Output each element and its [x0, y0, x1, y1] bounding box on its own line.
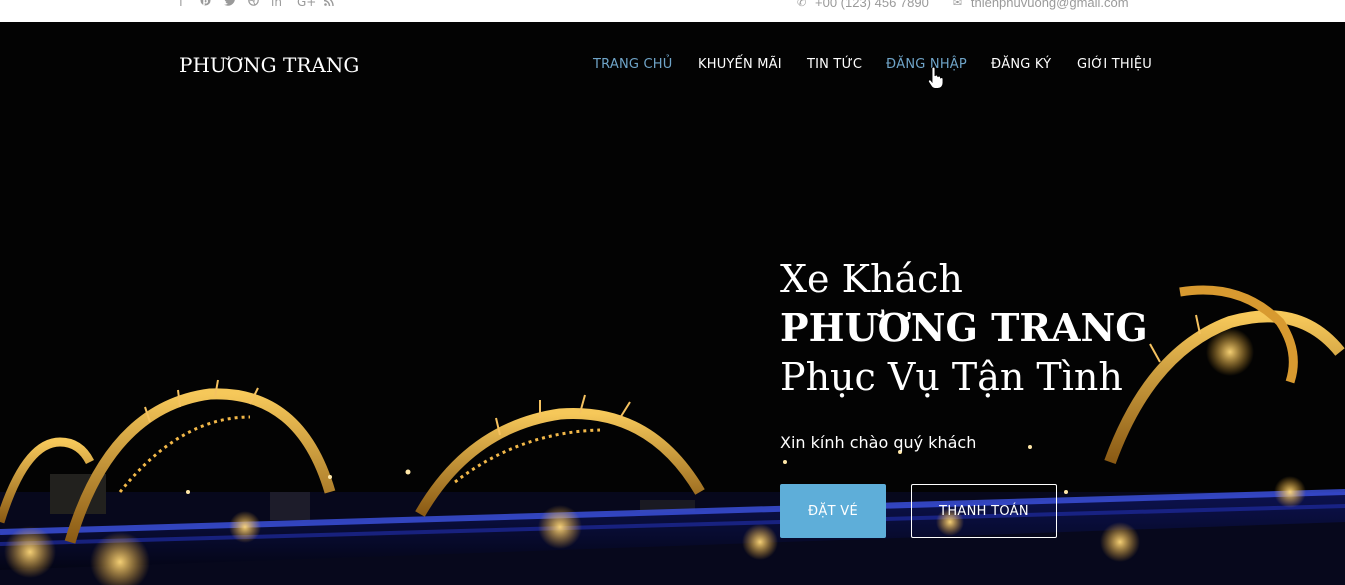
envelope-icon: ✉ [952, 0, 963, 9]
rss-icon[interactable] [323, 0, 338, 9]
nav-item-about[interactable]: GIỚI THIỆU [1077, 57, 1152, 72]
nav-item-promotions[interactable]: KHUYẾN MÃI [698, 57, 782, 72]
twitter-icon[interactable] [224, 0, 248, 9]
nav-item-register[interactable]: ĐĂNG KÝ [991, 57, 1051, 72]
phone-icon: ✆ [797, 0, 807, 9]
email-address[interactable]: thienphuvuong@gmail.com [971, 0, 1129, 10]
site-logo[interactable]: PHƯƠNG TRANG [179, 53, 359, 77]
phone-number: +00 (123) 456 7890 [815, 0, 929, 10]
nav-item-news[interactable]: TIN TỨC [807, 57, 862, 72]
hero-line-3: Phục Vụ Tận Tình [780, 355, 1123, 399]
hero-headline: Xe Khách PHƯƠNG TRANG Phục Vụ Tận Tình [780, 255, 1148, 401]
payment-button[interactable]: THANH TOÁN [911, 484, 1057, 538]
hero-greeting: Xin kính chào quý khách [780, 433, 977, 452]
hero-line-2: PHƯƠNG TRANG [780, 305, 1148, 350]
svg-text:p: p [203, 0, 209, 6]
social-links: f p in G+ [179, 0, 338, 9]
hero-line-1: Xe Khách [780, 257, 963, 301]
nav-item-login[interactable]: ĐĂNG NHẬP [886, 57, 967, 72]
pinterest-icon[interactable]: p [200, 0, 224, 9]
contact-info: ✆ +00 (123) 456 7890 ✉ thienphuvuong@gma… [797, 0, 1129, 10]
book-ticket-button[interactable]: ĐẶT VÉ [780, 484, 886, 538]
hero-section: PHƯƠNG TRANG TRANG CHỦ KHUYẾN MÃI TIN TỨ… [0, 22, 1345, 585]
linkedin-icon[interactable]: in [271, 0, 297, 9]
dribbble-icon[interactable] [248, 0, 271, 9]
facebook-icon[interactable]: f [179, 0, 200, 9]
nav-item-home[interactable]: TRANG CHỦ [593, 57, 672, 72]
top-bar: f p in G+ ✆ +00 (123) 456 7890 ✉ thienph… [0, 0, 1345, 22]
hand-cursor-icon [928, 67, 944, 89]
google-plus-icon[interactable]: G+ [297, 0, 324, 9]
